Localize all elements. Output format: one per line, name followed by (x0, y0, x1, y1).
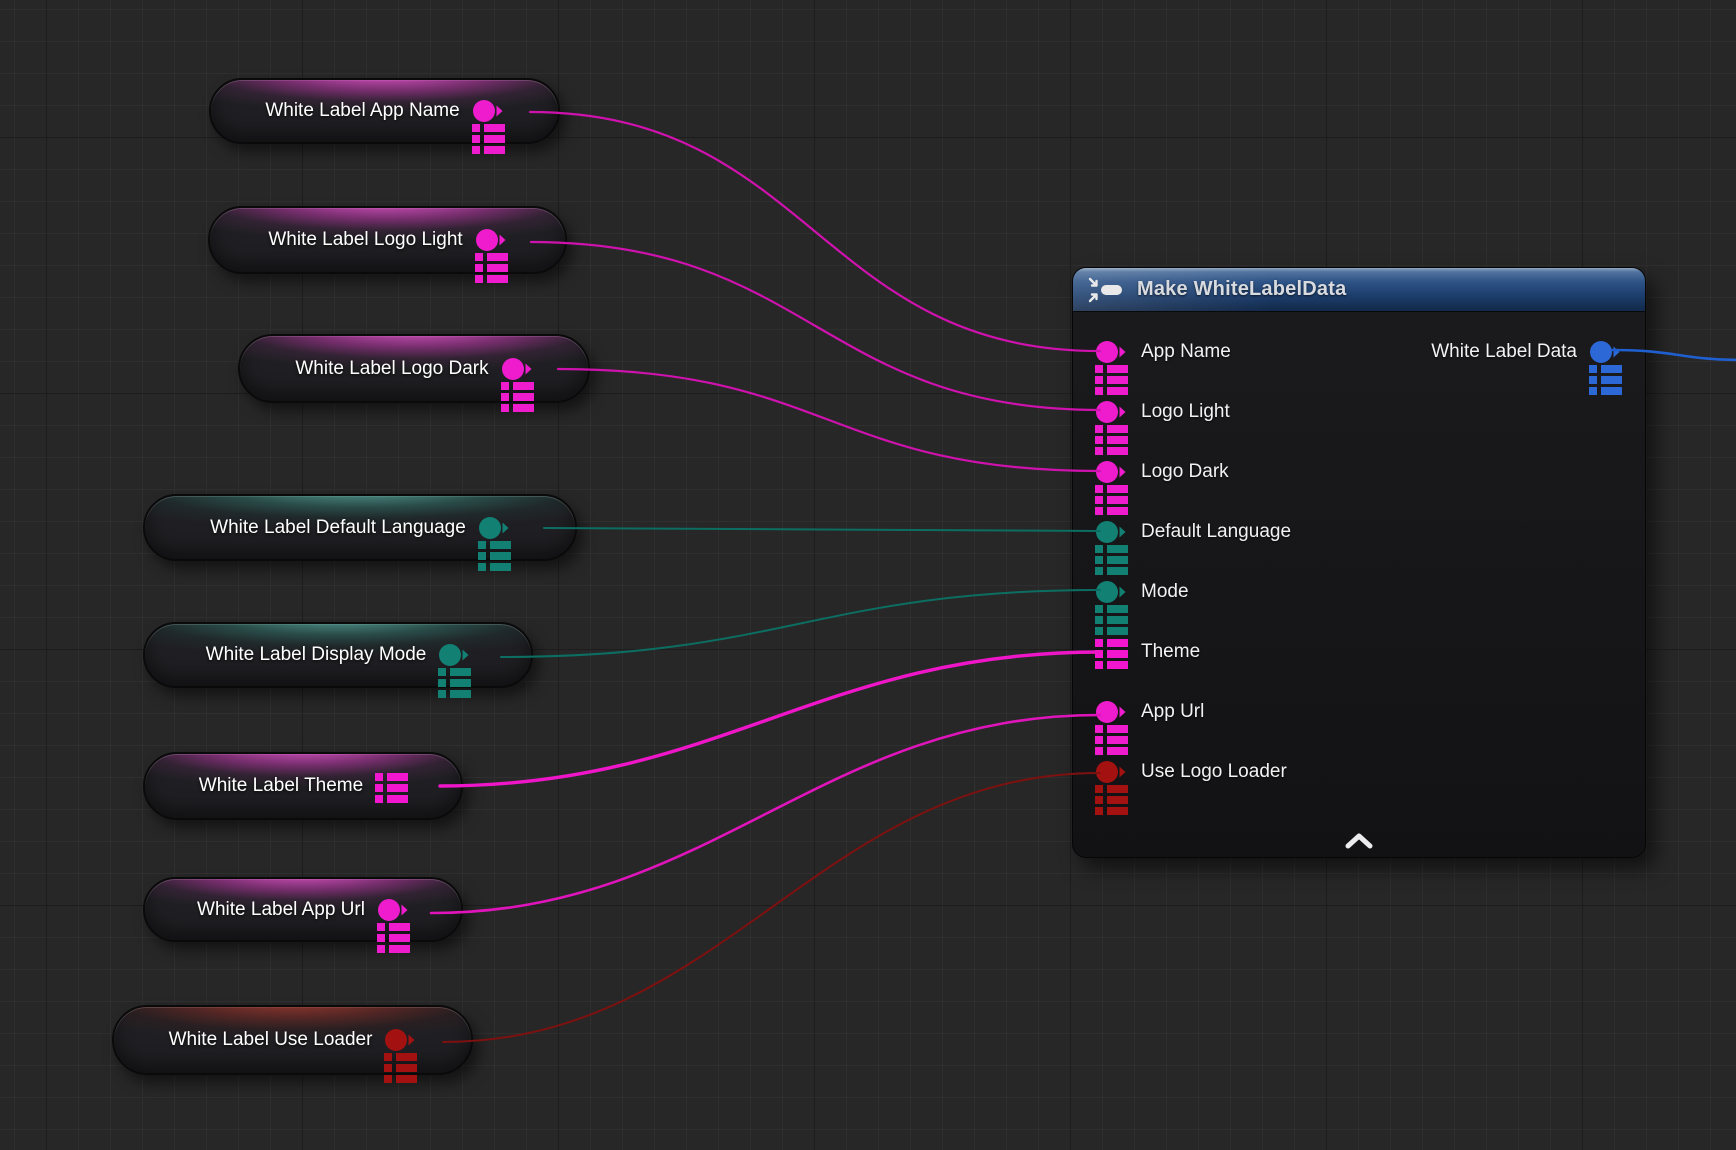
pin-circle-icon (1095, 759, 1127, 785)
node-title: Make WhiteLabelData (1137, 278, 1346, 301)
getter-node-white-label-app-name[interactable]: White Label App Name (209, 78, 560, 144)
getter-node-white-label-app-url[interactable]: White Label App Url (143, 877, 463, 942)
collapse-node-button[interactable] (1342, 831, 1376, 851)
getter-node-white-label-use-loader[interactable]: White Label Use Loader (112, 1005, 473, 1075)
pin-circle-icon (1095, 699, 1127, 725)
pin-circle-icon (384, 1027, 416, 1053)
output-row-white-label-data: White Label Data (1431, 322, 1621, 382)
struct-pin-icon (1095, 365, 1128, 395)
variable-name-label: White Label App Name (265, 100, 459, 122)
output-pin[interactable] (377, 897, 409, 923)
variable-name-label: White Label Display Mode (206, 644, 427, 666)
input-pin-use-logo-loader[interactable] (1095, 759, 1127, 785)
struct-pin-icon (1095, 545, 1128, 575)
pin-label: Mode (1141, 581, 1189, 603)
struct-pin-icon (1589, 365, 1622, 395)
struct-pin-icon (1095, 425, 1128, 455)
struct-pin-icon (377, 923, 410, 953)
struct-pin-icon (1095, 605, 1128, 635)
input-row-logo-dark: Logo Dark (1073, 442, 1645, 502)
pin-circle-icon (501, 356, 533, 382)
pin-label: Logo Light (1141, 401, 1230, 423)
make-struct-node[interactable]: Make WhiteLabelData App Name (1072, 267, 1646, 858)
input-pin-app-url[interactable] (1095, 699, 1127, 725)
output-pin[interactable] (475, 227, 507, 253)
input-row-app-url: App Url (1073, 682, 1645, 742)
pin-label: Theme (1141, 641, 1200, 663)
output-pin-white-label-data[interactable] (1589, 339, 1621, 365)
pin-label: White Label Data (1431, 341, 1577, 363)
input-row-use-logo-loader: Use Logo Loader (1073, 742, 1645, 802)
pin-label: Use Logo Loader (1141, 761, 1287, 783)
pin-circle-icon (475, 227, 507, 253)
input-pin-logo-light[interactable] (1095, 399, 1127, 425)
output-pin[interactable] (472, 98, 504, 124)
input-row-default-language: Default Language (1073, 502, 1645, 562)
struct-pin-icon (384, 1053, 417, 1083)
getter-node-white-label-logo-light[interactable]: White Label Logo Light (208, 206, 567, 274)
pin-circle-icon (1095, 519, 1127, 545)
getter-node-white-label-display-mode[interactable]: White Label Display Mode (143, 622, 533, 688)
input-pin-default-language[interactable] (1095, 519, 1127, 545)
input-row-logo-light: Logo Light (1073, 382, 1645, 442)
struct-pin-icon (438, 668, 471, 698)
pin-label: Default Language (1141, 521, 1291, 543)
struct-pin-icon (1095, 639, 1128, 669)
pin-label: App Name (1141, 341, 1231, 363)
getter-node-white-label-theme[interactable]: White Label Theme (143, 752, 463, 820)
input-pin-list: App Name Logo Light (1073, 312, 1645, 802)
make-struct-icon (1087, 277, 1125, 303)
struct-pin-icon (1095, 725, 1128, 755)
pin-circle-icon (472, 98, 504, 124)
output-pin[interactable] (375, 773, 407, 799)
struct-pin-icon (475, 253, 508, 283)
input-row-mode: Mode (1073, 562, 1645, 622)
pin-circle-icon (377, 897, 409, 923)
pin-circle-icon (438, 642, 470, 668)
struct-pin-icon (501, 382, 534, 412)
getter-node-white-label-default-language[interactable]: White Label Default Language (143, 494, 577, 561)
variable-name-label: White Label Theme (199, 775, 363, 797)
output-pin[interactable] (384, 1027, 416, 1053)
struct-pin-icon (478, 541, 511, 571)
variable-name-label: White Label Logo Dark (295, 358, 488, 380)
input-pin-mode[interactable] (1095, 579, 1127, 605)
pin-circle-icon (478, 515, 510, 541)
variable-name-label: White Label App Url (197, 899, 365, 921)
output-pin[interactable] (438, 642, 470, 668)
struct-pin-icon (375, 773, 408, 803)
pin-label: Logo Dark (1141, 461, 1229, 483)
variable-name-label: White Label Use Loader (169, 1029, 373, 1051)
output-pin[interactable] (478, 515, 510, 541)
output-pin[interactable] (501, 356, 533, 382)
pin-circle-icon (1589, 339, 1621, 365)
pin-circle-icon (1095, 579, 1127, 605)
struct-pin-icon (472, 124, 505, 154)
blueprint-graph-canvas[interactable]: White Label App Name White Label Logo Li… (0, 0, 1736, 1150)
node-header[interactable]: Make WhiteLabelData (1073, 268, 1645, 312)
pin-label: App Url (1141, 701, 1204, 723)
struct-pin-icon (1095, 785, 1128, 815)
getter-node-white-label-logo-dark[interactable]: White Label Logo Dark (238, 334, 590, 403)
variable-name-label: White Label Logo Light (268, 229, 462, 251)
struct-pin-icon (1095, 485, 1128, 515)
pin-circle-icon (1095, 399, 1127, 425)
variable-name-label: White Label Default Language (210, 517, 466, 539)
input-row-theme: Theme (1073, 622, 1645, 682)
